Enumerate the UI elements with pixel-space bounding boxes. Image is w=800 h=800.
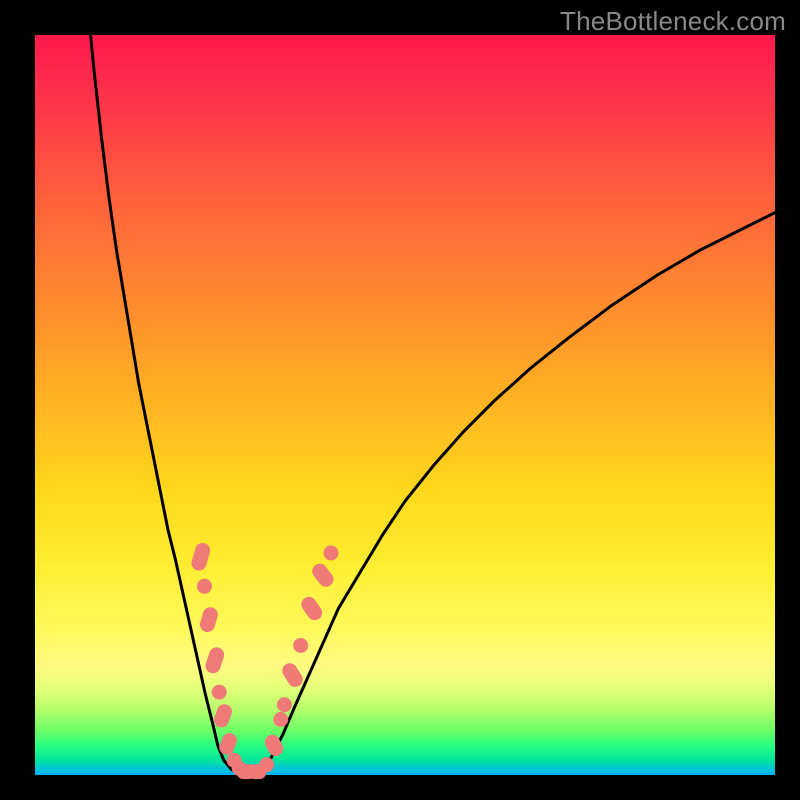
- data-marker-dot: [259, 757, 274, 772]
- data-marker-pill: [212, 702, 234, 729]
- bottleneck-curve: [91, 35, 776, 774]
- data-marker-pill: [204, 645, 226, 675]
- data-marker-pill: [198, 605, 219, 633]
- data-marker-dot: [293, 638, 308, 653]
- data-marker-dot: [197, 579, 212, 594]
- curve-group: [91, 35, 776, 774]
- data-marker-pill: [298, 594, 325, 623]
- data-marker-dot: [273, 712, 288, 727]
- plot-area: [35, 35, 775, 775]
- data-marker-dot: [324, 546, 339, 561]
- data-marker-dot: [212, 685, 227, 700]
- data-marker-pill: [309, 561, 336, 590]
- chart-frame: TheBottleneck.com: [0, 0, 800, 800]
- data-marker-dot: [277, 697, 292, 712]
- data-marker-pill: [279, 660, 305, 689]
- data-marker-pill: [190, 541, 212, 572]
- watermark-text: TheBottleneck.com: [560, 6, 786, 37]
- curve-svg: [35, 35, 775, 775]
